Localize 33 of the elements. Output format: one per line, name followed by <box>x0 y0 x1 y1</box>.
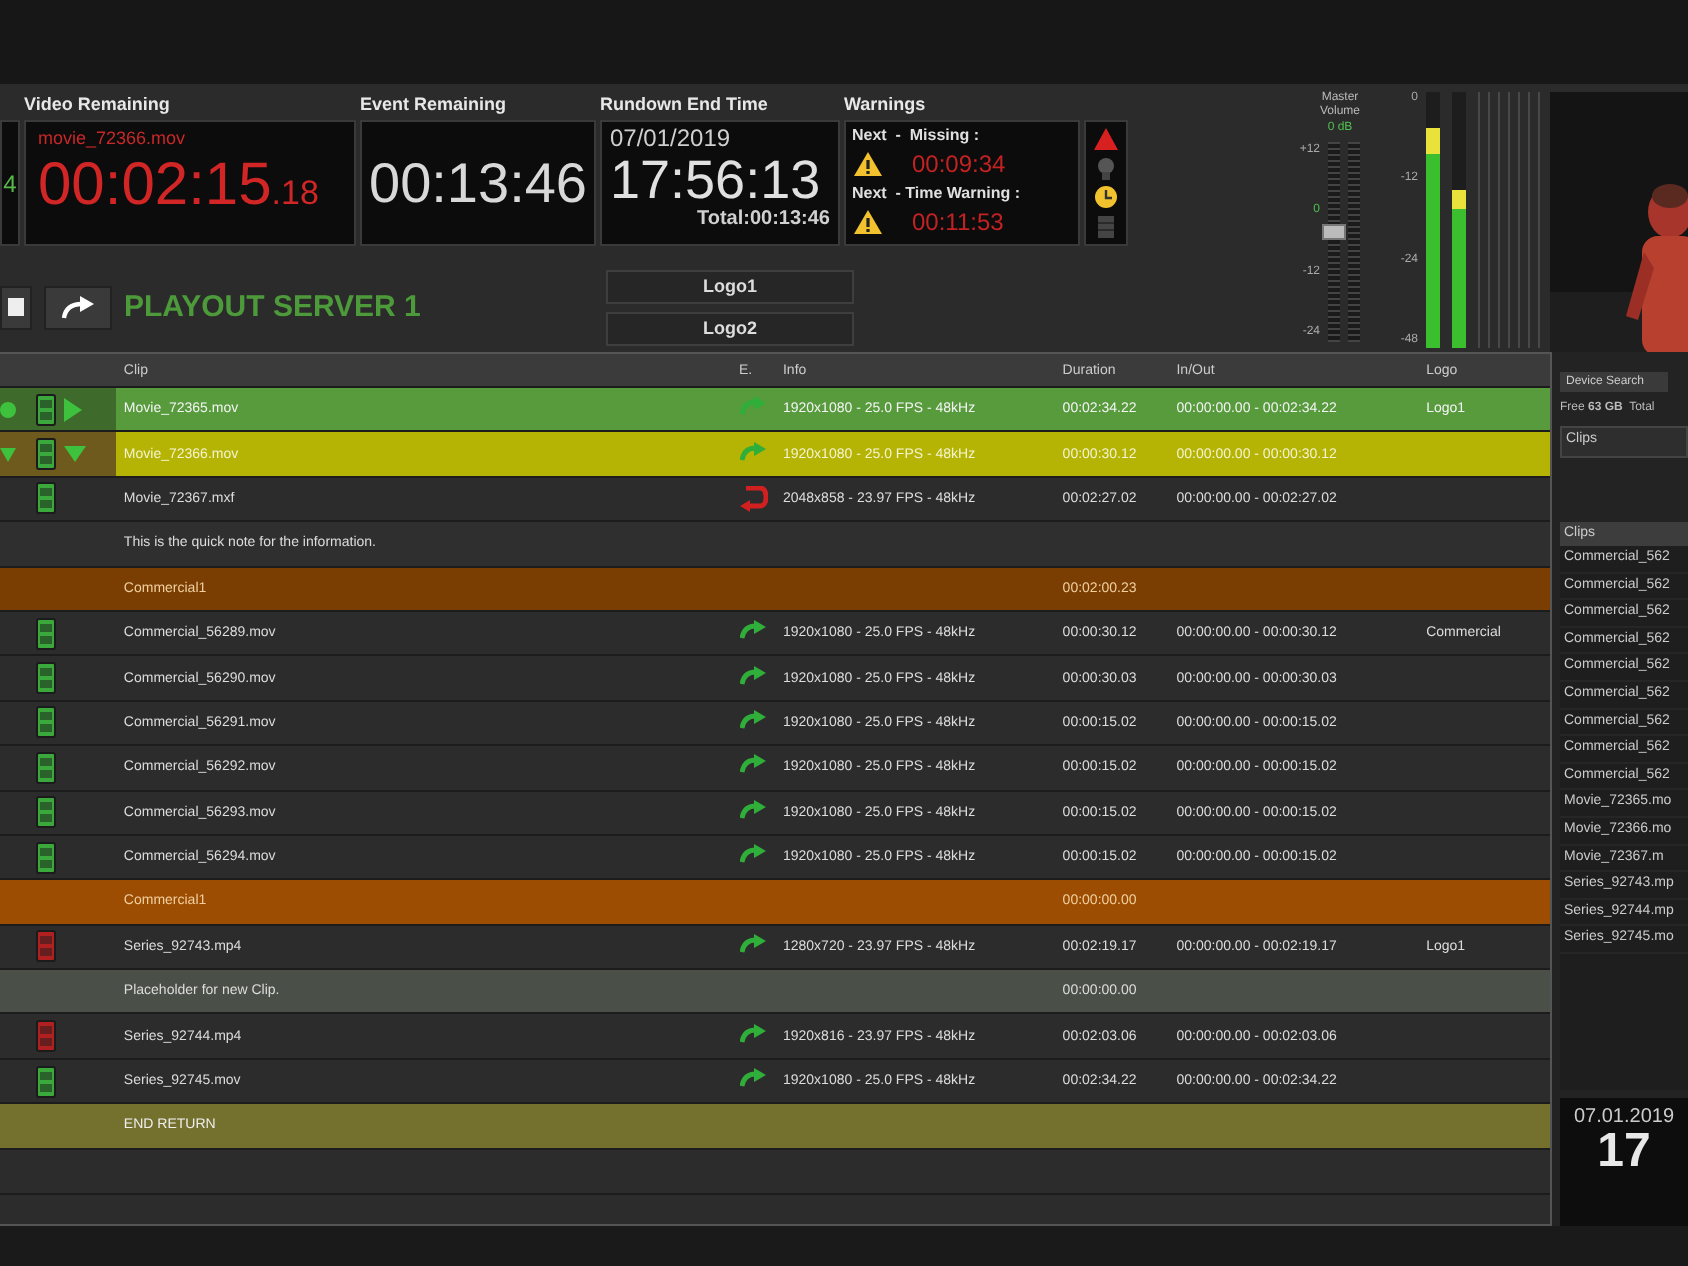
forward-arrow-icon <box>60 295 96 319</box>
warning-icon <box>852 150 884 178</box>
fader-handle[interactable] <box>1322 224 1346 240</box>
stop-button[interactable] <box>0 285 32 329</box>
counter-display: 4 <box>0 120 20 246</box>
countdown-time: 00:13:46 <box>369 151 587 215</box>
fader-track[interactable] <box>1328 142 1340 342</box>
frame-count: .18 <box>271 174 319 212</box>
total-time: Total:00:13:46 <box>694 208 830 232</box>
logo-button[interactable]: Logo1 <box>606 269 854 303</box>
stop-icon <box>8 298 24 316</box>
panel-label: Rundown End Time <box>600 92 770 118</box>
panel-label: Video Remaining <box>24 92 172 118</box>
server-title: PLAYOUT SERVER 1 <box>124 290 423 324</box>
dot-icon <box>0 401 16 418</box>
warning-icon <box>852 208 884 236</box>
logo-button[interactable]: Logo2 <box>606 311 854 345</box>
clock-time: 17 <box>1597 1128 1651 1176</box>
triangle-down-icon <box>0 447 16 462</box>
skip-button[interactable] <box>44 285 112 329</box>
date-text: 07/01/2019 <box>610 126 733 152</box>
date-text: 07.01.2019 <box>1573 1106 1675 1128</box>
triangle-down-icon <box>64 446 86 463</box>
play-icon <box>64 397 82 422</box>
warning-label: Next - Time Warning : <box>852 182 1023 204</box>
clock-time: 17:56:13 <box>610 152 821 208</box>
warning-label: Next - Missing : <box>852 124 982 146</box>
countdown-time: 00:02:15 <box>38 152 272 218</box>
warning-time: 00:09:34 <box>912 150 1006 178</box>
clip-name: movie_72366.mov <box>38 128 188 150</box>
panel-label: Warnings <box>844 92 928 118</box>
panel-label: Event Remaining <box>360 92 509 118</box>
warning-time: 00:11:53 <box>912 208 1004 236</box>
